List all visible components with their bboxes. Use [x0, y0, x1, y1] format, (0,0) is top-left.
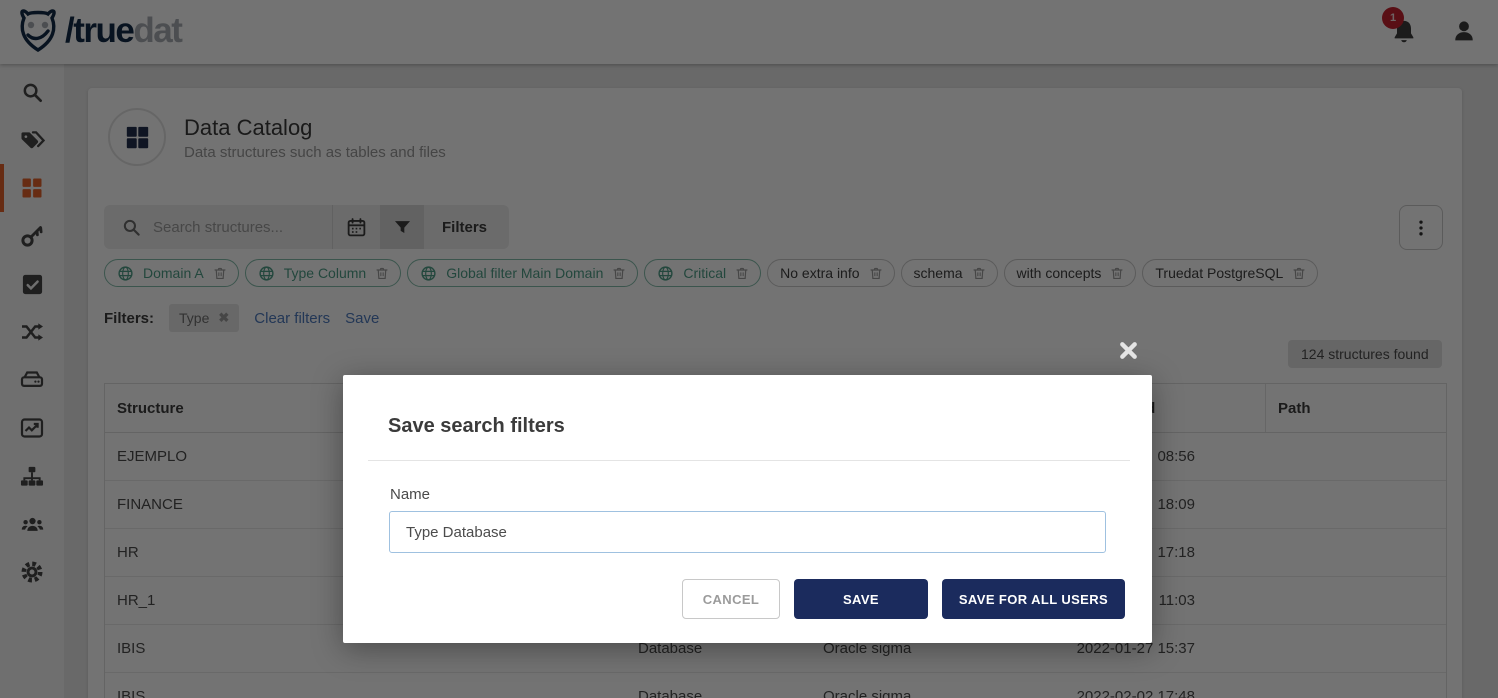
modal-divider [368, 460, 1130, 461]
modal-title: Save search filters [388, 415, 565, 438]
name-label: Name [390, 486, 430, 503]
cancel-button[interactable]: CANCEL [682, 579, 780, 619]
name-field[interactable] [389, 511, 1106, 553]
modal-buttons: CANCEL SAVE SAVE FOR ALL USERS [682, 579, 1125, 619]
save-search-filters-modal: Save search filters Name CANCEL SAVE SAV… [343, 375, 1152, 643]
save-button[interactable]: SAVE [794, 579, 928, 619]
close-icon[interactable] [1119, 341, 1138, 360]
app-canvas: /truedat 1 [0, 0, 1498, 698]
save-for-all-users-button[interactable]: SAVE FOR ALL USERS [942, 579, 1125, 619]
